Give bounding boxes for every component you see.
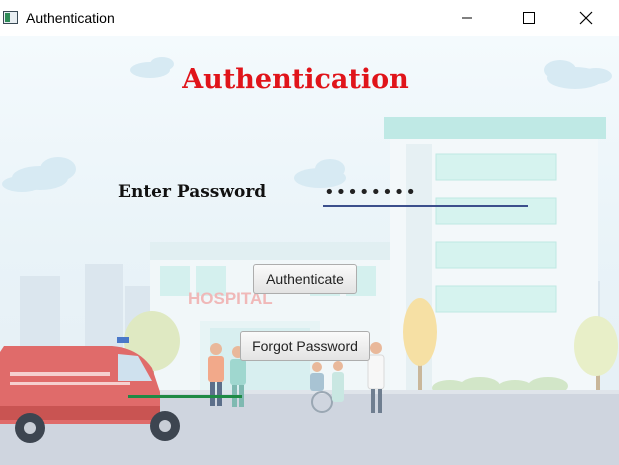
authenticate-button[interactable]: Authenticate xyxy=(253,264,357,294)
app-icon xyxy=(3,11,18,24)
page-heading: Authentication xyxy=(182,64,409,95)
accent-underline xyxy=(128,395,242,398)
password-label: Enter Password xyxy=(118,182,267,202)
maximize-icon xyxy=(523,12,535,24)
authentication-window: Authentication HOSPITAL Authentication E… xyxy=(0,0,619,465)
title-bar[interactable]: Authentication xyxy=(0,0,619,36)
minimize-button[interactable] xyxy=(444,0,490,36)
password-field[interactable] xyxy=(323,179,528,207)
maximize-button[interactable] xyxy=(506,0,552,36)
forgot-password-button[interactable]: Forgot Password xyxy=(240,331,370,361)
close-icon xyxy=(579,11,593,25)
close-button[interactable] xyxy=(563,0,609,36)
content-area: HOSPITAL Authentication Enter Password •… xyxy=(0,36,619,465)
window-title: Authentication xyxy=(26,10,115,26)
hospital-background-illustration: HOSPITAL xyxy=(0,36,619,465)
minimize-icon xyxy=(462,17,472,19)
